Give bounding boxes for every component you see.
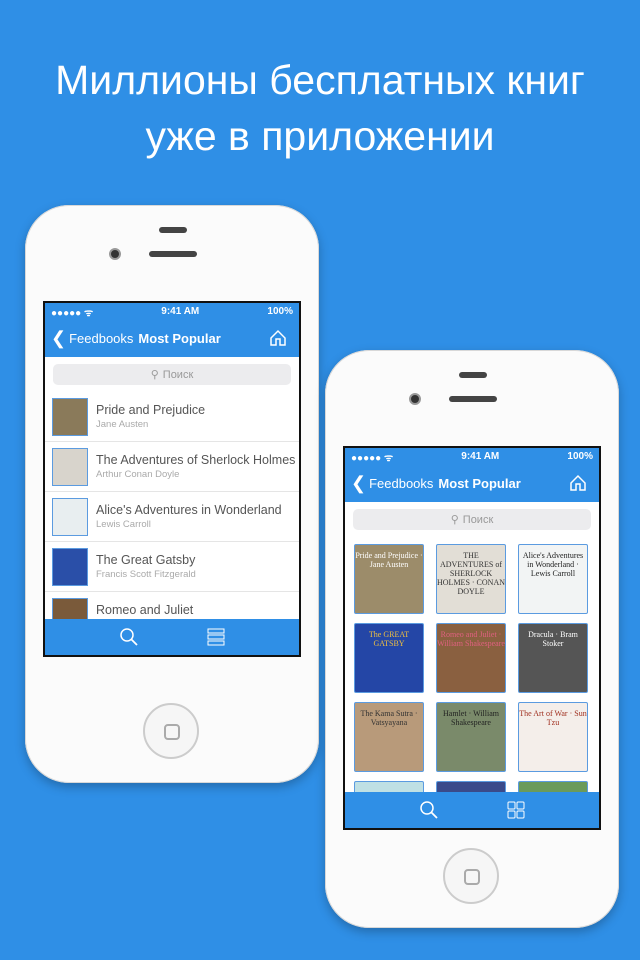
book-author: Lewis Carroll (96, 519, 151, 530)
book-author: Jane Austen (96, 419, 149, 430)
back-button[interactable]: Feedbooks (69, 331, 133, 346)
book-title: Pride and Prejudice (96, 403, 206, 417)
headline-line-1: Миллионы бесплатных книг (55, 57, 585, 103)
book-cover-tile[interactable]: Hamlet · William Shakespeare (436, 702, 506, 772)
book-cover-tile[interactable]: Alice's Adventures in Wonderland · Lewis… (518, 544, 588, 614)
list-icon[interactable] (207, 628, 225, 646)
search-icon[interactable] (419, 800, 439, 820)
tab-bar (345, 792, 599, 828)
back-chevron-icon[interactable]: ❮ (351, 473, 366, 494)
camera (109, 248, 121, 260)
book-title: Alice's Adventures in Wonderland (96, 503, 282, 517)
grid-icon[interactable] (507, 801, 525, 819)
home-button[interactable] (143, 703, 199, 759)
book-list: Pride and Prejudice Jane Austen The Advent… (45, 392, 299, 642)
back-chevron-icon[interactable]: ❮ (51, 328, 66, 349)
book-cover (52, 447, 88, 486)
list-item[interactable]: The Great Gatsby Francis Scott Fitzgerald (45, 542, 299, 592)
status-bar: ●●●●● ᯤ 9:41 AM 100% (45, 303, 299, 320)
search-icon: ⚲ (450, 514, 459, 526)
search-input[interactable]: ⚲ Поиск (353, 509, 591, 530)
list-item[interactable]: The Adventures of Sherlock Holmes Arthur … (45, 442, 299, 492)
home-icon[interactable] (569, 474, 587, 492)
book-cover-tile[interactable]: Dracula · Bram Stoker (518, 623, 588, 693)
tab-bar (45, 619, 299, 655)
screen: ●●●●● ᯤ 9:41 AM 100% ❮ Feedbooks Most Popu… (43, 301, 301, 657)
book-cover-tile[interactable]: THE ADVENTURES of SHERLOCK HOLMES · CONA… (436, 544, 506, 614)
phone-list-view: ●●●●● ᯤ 9:41 AM 100% ❮ Feedbooks Most Popu… (25, 205, 319, 783)
book-grid: Pride and Prejudice · Jane Austen THE ADV… (345, 537, 599, 828)
book-cover (52, 547, 88, 586)
speaker (449, 396, 497, 402)
search-icon: ⚲ (150, 369, 159, 381)
home-button[interactable] (443, 848, 499, 904)
nav-bar: ❮ Feedbooks Most Popular (45, 320, 299, 357)
nav-bar: ❮ Feedbooks Most Popular (345, 465, 599, 502)
book-cover-tile[interactable]: The GREAT GATSBY (354, 623, 424, 693)
status-bar: ●●●●● ᯤ 9:41 AM 100% (345, 448, 599, 465)
page-title: Most Popular (138, 331, 221, 346)
sensor (459, 372, 487, 378)
back-button[interactable]: Feedbooks (369, 476, 433, 491)
book-cover (52, 497, 88, 536)
headline: Миллионы бесплатных книг уже в приложени… (0, 52, 640, 164)
book-author: Francis Scott Fitzgerald (96, 569, 196, 580)
book-title: Romeo and Juliet (96, 603, 194, 617)
book-author: Arthur Conan Doyle (96, 469, 180, 480)
book-title: The Adventures of Sherlock Holmes (96, 453, 296, 467)
camera (409, 393, 421, 405)
search-input[interactable]: ⚲ Поиск (53, 364, 291, 385)
book-cover-tile[interactable]: The Kama Sutra · Vatsyayana (354, 702, 424, 772)
book-cover-tile[interactable]: The Art of War · Sun Tzu (518, 702, 588, 772)
list-item[interactable]: Alice's Adventures in Wonderland Lewis Ca… (45, 492, 299, 542)
search-icon[interactable] (119, 627, 139, 647)
list-item[interactable]: Pride and Prejudice Jane Austen (45, 392, 299, 442)
screen: ●●●●● ᯤ 9:41 AM 100% ❮ Feedbooks Most Popu… (343, 446, 601, 830)
sensor (159, 227, 187, 233)
page-title: Most Popular (438, 476, 521, 491)
home-icon[interactable] (269, 329, 287, 347)
book-cover (52, 397, 88, 436)
headline-line-2: уже в приложении (145, 113, 495, 159)
speaker (149, 251, 197, 257)
phone-grid-view: ●●●●● ᯤ 9:41 AM 100% ❮ Feedbooks Most Popu… (325, 350, 619, 928)
book-cover-tile[interactable]: Romeo and Juliet · William Shakespeare (436, 623, 506, 693)
book-cover-tile[interactable]: Pride and Prejudice · Jane Austen (354, 544, 424, 614)
book-title: The Great Gatsby (96, 553, 196, 567)
